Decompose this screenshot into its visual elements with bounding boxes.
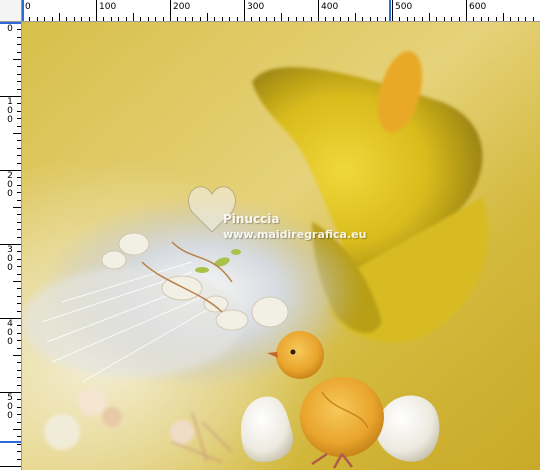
h-ruler-label: 400 bbox=[321, 2, 339, 12]
ruler-marker bbox=[389, 0, 391, 21]
image-editor-window: 0 100 200 300 400 500 600 0 100 200 300 … bbox=[0, 0, 540, 470]
v-ruler-label: 200 bbox=[6, 172, 14, 199]
h-ruler-label: 600 bbox=[469, 2, 487, 12]
h-ruler-label: 200 bbox=[173, 2, 191, 12]
v-ruler-digit: 0 bbox=[7, 337, 13, 347]
v-ruler-digit: 0 bbox=[7, 189, 13, 199]
ruler-marker bbox=[22, 0, 24, 21]
ruler-marker bbox=[0, 22, 21, 24]
ruler-marker bbox=[0, 441, 21, 443]
image-canvas[interactable]: Pinuccia www.maidiregrafica.eu bbox=[22, 22, 540, 470]
v-ruler-digit: 0 bbox=[7, 411, 13, 421]
v-ruler-label: 0 bbox=[6, 25, 14, 34]
v-ruler-label: 400 bbox=[6, 320, 14, 347]
h-ruler-label: 300 bbox=[247, 2, 265, 12]
ruler-corner bbox=[0, 0, 22, 22]
watermark-url: www.maidiregrafica.eu bbox=[223, 228, 367, 241]
horizontal-ruler[interactable]: 0 100 200 300 400 500 600 bbox=[22, 0, 540, 22]
v-ruler-label: 100 bbox=[6, 98, 14, 125]
v-ruler-label-text: 0 bbox=[7, 24, 13, 34]
h-ruler-label: 100 bbox=[99, 2, 117, 12]
h-ruler-label: 500 bbox=[395, 2, 413, 12]
watermark-name: Pinuccia bbox=[223, 212, 280, 226]
v-ruler-digit: 0 bbox=[7, 115, 13, 125]
v-ruler-label: 300 bbox=[6, 246, 14, 273]
easter-artwork bbox=[22, 22, 540, 470]
vertical-ruler[interactable]: 0 100 200 300 400 500 bbox=[0, 22, 22, 470]
v-ruler-label: 500 bbox=[6, 394, 14, 421]
v-ruler-digit: 0 bbox=[7, 263, 13, 273]
h-ruler-label: 0 bbox=[25, 2, 31, 12]
